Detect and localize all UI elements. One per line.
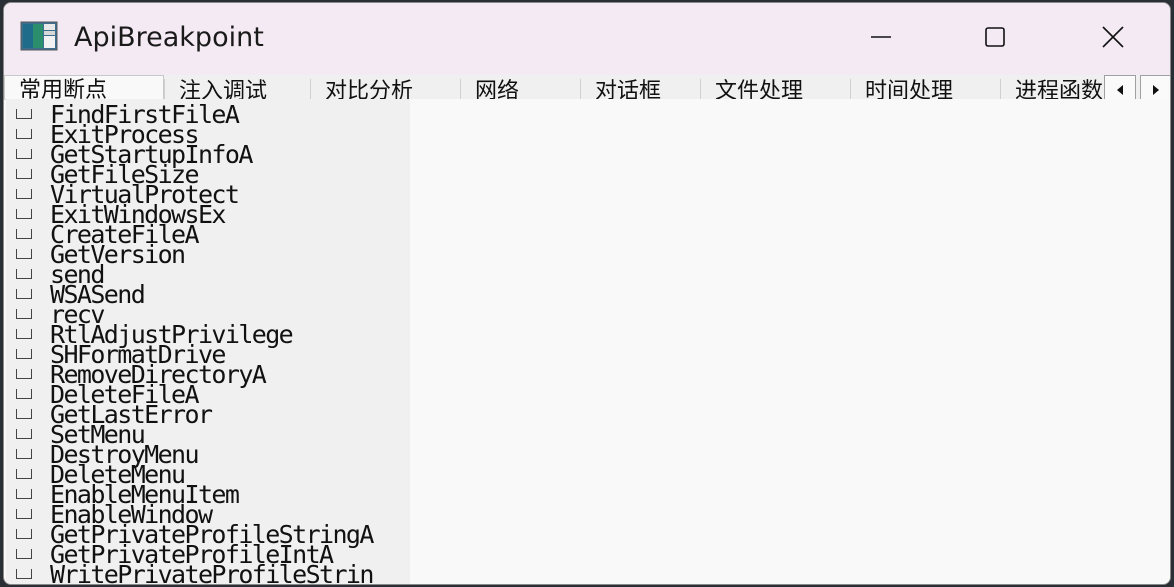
breakpoint-checkbox[interactable] (16, 529, 32, 539)
title-bar[interactable]: ApiBreakpoint (4, 3, 1170, 75)
tab-strip: 常用断点 注入调试 对比分析 网络 对话框 文件处理 时间处理 进程函数 (4, 75, 1170, 100)
breakpoint-checkbox[interactable] (16, 149, 32, 159)
tab-content-area (410, 99, 1170, 584)
tab-label: 网络 (475, 79, 520, 100)
breakpoint-checkbox[interactable] (16, 549, 32, 559)
tab-label: 文件处理 (715, 79, 804, 100)
tab-scroll-right-button[interactable] (1140, 75, 1170, 99)
tab-compare-analysis[interactable]: 对比分析 (310, 79, 460, 100)
close-button[interactable] (1084, 13, 1142, 61)
tab-common-breakpoints[interactable]: 常用断点 (4, 75, 164, 100)
tab-time-handling[interactable]: 时间处理 (850, 79, 1000, 100)
breakpoint-checkbox[interactable] (16, 449, 32, 459)
chevron-left-icon (1117, 85, 1123, 95)
breakpoint-checkbox[interactable] (16, 249, 32, 259)
breakpoint-checkbox[interactable] (16, 569, 32, 579)
breakpoint-checkbox[interactable] (16, 489, 32, 499)
maximize-button[interactable] (966, 13, 1024, 61)
tab-label: 对比分析 (325, 79, 414, 100)
breakpoint-checkbox[interactable] (16, 269, 32, 279)
breakpoint-checkbox[interactable] (16, 329, 32, 339)
breakpoint-checkbox[interactable] (16, 509, 32, 519)
app-window: ApiBreakpoint 常用断点 注入调试 对比分析 网络 对话框 文件处理… (3, 2, 1171, 585)
tab-file-handling[interactable]: 文件处理 (700, 79, 850, 100)
chevron-right-icon (1153, 85, 1159, 95)
breakpoint-checkbox[interactable] (16, 169, 32, 179)
tab-label: 时间处理 (865, 79, 954, 100)
breakpoint-checkbox[interactable] (16, 389, 32, 399)
breakpoint-item[interactable]: WritePrivateProfileStrin (6, 560, 410, 584)
breakpoint-checkbox[interactable] (16, 309, 32, 319)
breakpoint-checkbox[interactable] (16, 349, 32, 359)
breakpoint-label: WritePrivateProfileStrin (50, 560, 374, 585)
breakpoint-checkbox[interactable] (16, 109, 32, 119)
breakpoint-checkbox[interactable] (16, 469, 32, 479)
breakpoint-checkbox[interactable] (16, 189, 32, 199)
breakpoint-checkbox[interactable] (16, 369, 32, 379)
tab-inject-debug[interactable]: 注入调试 (164, 79, 310, 100)
tab-network[interactable]: 网络 (460, 79, 580, 100)
tab-label: 进程函数 (1015, 79, 1104, 100)
minimize-button[interactable] (852, 13, 910, 61)
close-icon (1102, 26, 1124, 48)
breakpoint-checkbox[interactable] (16, 229, 32, 239)
minimize-icon (871, 36, 891, 38)
tab-scroll-left-button[interactable] (1104, 75, 1136, 99)
tab-label: 对话框 (595, 79, 662, 100)
tab-dialog[interactable]: 对话框 (580, 79, 700, 100)
tab-label: 注入调试 (179, 79, 268, 100)
breakpoint-checkbox[interactable] (16, 429, 32, 439)
breakpoint-checkbox[interactable] (16, 289, 32, 299)
maximize-icon (985, 27, 1005, 47)
breakpoint-checkbox[interactable] (16, 409, 32, 419)
breakpoint-checkbox[interactable] (16, 209, 32, 219)
breakpoint-list: FindFirstFileA ExitProcess GetStartupInfoA… (6, 99, 410, 584)
application-window-icon (20, 21, 58, 51)
tab-label: 常用断点 (19, 78, 108, 100)
window-title: ApiBreakpoint (74, 22, 264, 53)
breakpoint-checkbox[interactable] (16, 129, 32, 139)
tab-process-functions[interactable]: 进程函数 (1000, 79, 1104, 100)
